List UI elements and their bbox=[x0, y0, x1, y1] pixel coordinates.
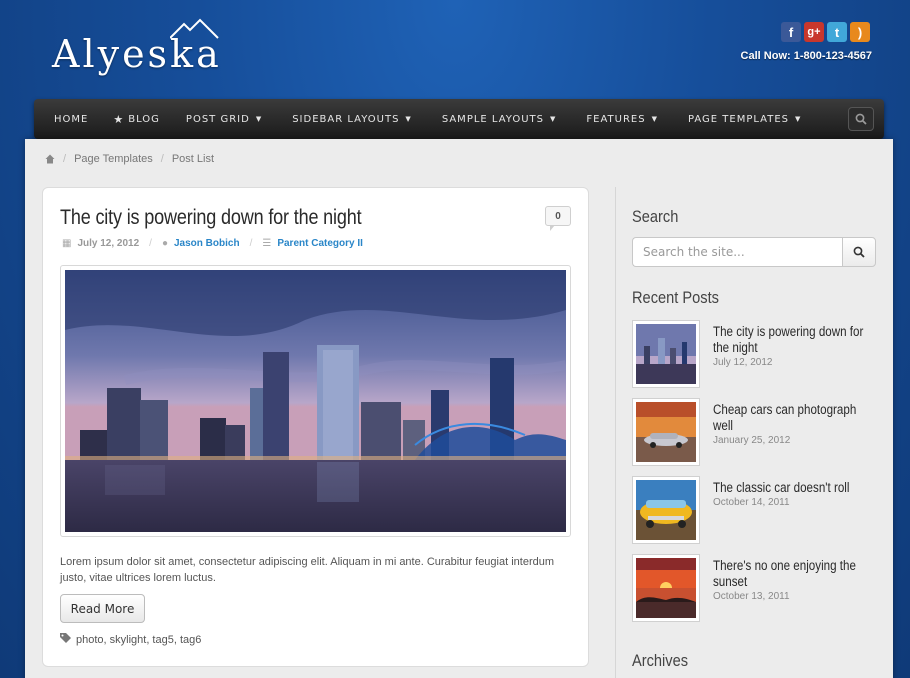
nav-item-features[interactable]: Features ▼ bbox=[586, 99, 658, 139]
breadcrumb-separator: / bbox=[63, 153, 67, 165]
twitter-icon[interactable]: t bbox=[827, 22, 847, 42]
caret-down-icon: ▼ bbox=[550, 115, 557, 123]
breadcrumb: / Page Templates / Post List bbox=[45, 153, 214, 165]
home-icon[interactable] bbox=[45, 154, 55, 164]
caret-down-icon: ▼ bbox=[405, 115, 412, 123]
search-button[interactable] bbox=[842, 237, 876, 267]
search-form bbox=[632, 237, 876, 267]
tag-icon bbox=[60, 633, 72, 646]
nav-item-page-templates[interactable]: Page Templates ▼ bbox=[688, 99, 801, 139]
post-card: The city is powering down for the night … bbox=[42, 187, 589, 667]
recent-post-date: October 14, 2011 bbox=[713, 497, 790, 508]
featured-image[interactable] bbox=[60, 265, 571, 537]
comment-count[interactable]: 0 bbox=[545, 206, 571, 231]
calendar-icon: ▦ bbox=[62, 238, 72, 249]
caret-down-icon: ▼ bbox=[651, 115, 658, 123]
nav-item-sidebar-layouts[interactable]: Sidebar Layouts ▼ bbox=[292, 99, 412, 139]
breadcrumb-current: Post List bbox=[171, 153, 214, 165]
breadcrumb-separator: / bbox=[160, 153, 164, 165]
nav-item-label: Page Templates bbox=[687, 113, 789, 125]
recent-post-thumbnail[interactable] bbox=[632, 320, 700, 388]
recent-post-title[interactable]: The classic car doesn't roll bbox=[713, 480, 864, 496]
classic-car-thumbnail-image bbox=[636, 480, 696, 540]
read-more-button[interactable]: Read More bbox=[60, 594, 145, 623]
recent-post-thumbnail[interactable] bbox=[632, 554, 700, 622]
search-icon bbox=[855, 113, 867, 125]
post-date: July 12, 2012 bbox=[77, 238, 140, 249]
social-icons: f g+ t ) bbox=[781, 22, 870, 42]
recent-post-title[interactable]: Cheap cars can photograph well bbox=[713, 402, 864, 434]
nav-item-label: Sample Layouts bbox=[441, 113, 544, 125]
site-logo[interactable]: Alyeska bbox=[52, 18, 222, 76]
sunset-thumbnail-image bbox=[636, 558, 696, 618]
nav-item-label: Home bbox=[54, 113, 89, 125]
post-tags: photo, skylight, tag5, tag6 bbox=[60, 633, 201, 646]
recent-post-date: October 13, 2011 bbox=[713, 591, 790, 602]
recent-post-item: Cheap cars can photograph well January 2… bbox=[632, 398, 888, 466]
recent-post-thumbnail[interactable] bbox=[632, 476, 700, 544]
recent-post-date: July 12, 2012 bbox=[713, 357, 773, 368]
search-icon bbox=[853, 246, 865, 258]
recent-post-thumbnail[interactable] bbox=[632, 398, 700, 466]
recent-post-item: The city is powering down for the night … bbox=[632, 320, 888, 388]
nav-item-home[interactable]: Home bbox=[54, 99, 88, 139]
call-now-text: Call Now: 1-800-123-4567 bbox=[740, 50, 872, 62]
tags-list[interactable]: photo, skylight, tag5, tag6 bbox=[76, 634, 201, 646]
search-widget-title: Search bbox=[632, 207, 679, 226]
page-content: / Page Templates / Post List The city is… bbox=[25, 139, 893, 678]
caret-down-icon: ▼ bbox=[795, 115, 802, 123]
main-nav: Home ★ Blog Post Grid ▼ Sidebar Layouts … bbox=[34, 99, 884, 139]
star-icon: ★ bbox=[113, 112, 125, 126]
breadcrumb-item[interactable]: Page Templates bbox=[74, 153, 153, 165]
post-meta: ▦ July 12, 2012 / ● Jason Bobich / ☰ Par… bbox=[62, 238, 363, 249]
car-sunset-thumbnail-image bbox=[636, 402, 696, 462]
post-author[interactable]: Jason Bobich bbox=[174, 238, 240, 249]
nav-item-label: Post Grid bbox=[185, 113, 250, 125]
recent-post-item: There's no one enjoying the sunset Octob… bbox=[632, 554, 888, 622]
recent-post-title[interactable]: The city is powering down for the night bbox=[713, 324, 864, 356]
list-icon: ☰ bbox=[262, 238, 272, 249]
nav-item-label: Blog bbox=[128, 113, 160, 125]
meta-separator: / bbox=[149, 238, 152, 249]
nav-item-label: Features bbox=[586, 113, 646, 125]
nav-item-sample-layouts[interactable]: Sample Layouts ▼ bbox=[442, 99, 557, 139]
recent-post-title[interactable]: There's no one enjoying the sunset bbox=[713, 558, 864, 590]
city-skyline-image bbox=[65, 270, 566, 532]
archives-title: Archives bbox=[632, 651, 689, 670]
nav-item-label: Sidebar Layouts bbox=[292, 113, 400, 125]
mountain-icon bbox=[170, 18, 219, 39]
user-icon: ● bbox=[161, 238, 168, 249]
search-input[interactable] bbox=[632, 237, 842, 267]
sidebar-divider bbox=[615, 187, 616, 678]
post-category[interactable]: Parent Category II bbox=[277, 238, 363, 249]
post-title[interactable]: The city is powering down for the night bbox=[60, 206, 362, 230]
google-plus-icon[interactable]: g+ bbox=[804, 22, 824, 42]
nav-item-blog[interactable]: ★ Blog bbox=[113, 99, 160, 139]
nav-item-post-grid[interactable]: Post Grid ▼ bbox=[186, 99, 262, 139]
post-excerpt: Lorem ipsum dolor sit amet, consectetur … bbox=[60, 556, 555, 584]
city-thumbnail-image bbox=[636, 324, 696, 384]
nav-search-button[interactable] bbox=[848, 107, 874, 131]
facebook-icon[interactable]: f bbox=[781, 22, 801, 42]
rss-icon[interactable]: ) bbox=[850, 22, 870, 42]
meta-separator: / bbox=[249, 238, 253, 249]
recent-post-item: The classic car doesn't roll October 14,… bbox=[632, 476, 888, 544]
caret-down-icon: ▼ bbox=[255, 115, 263, 123]
recent-posts-title: Recent Posts bbox=[632, 288, 719, 307]
recent-post-date: January 25, 2012 bbox=[713, 435, 791, 446]
